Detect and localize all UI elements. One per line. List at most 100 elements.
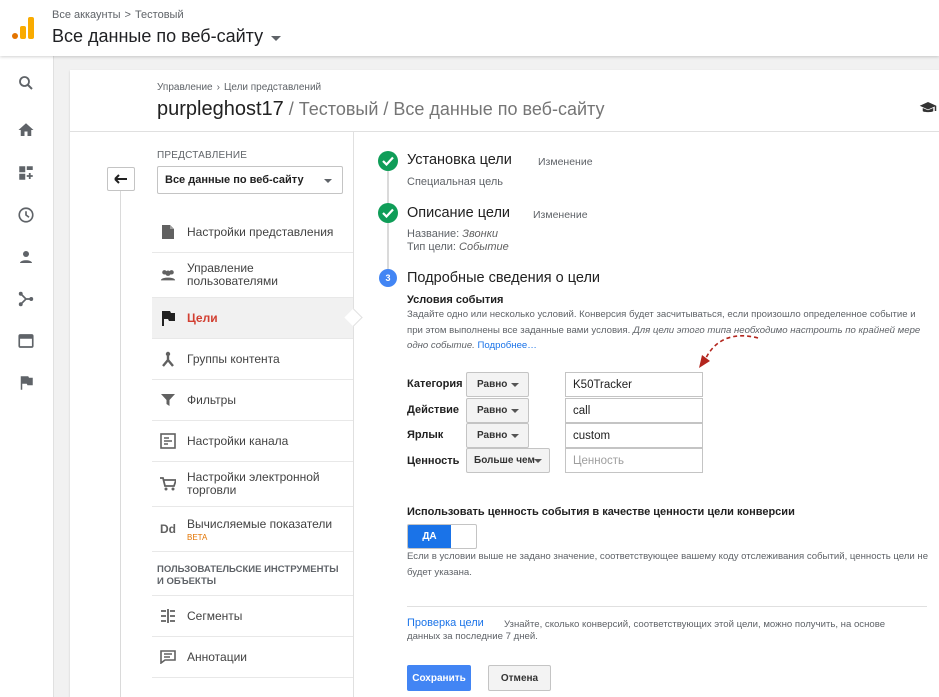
back-arrow-icon bbox=[114, 174, 127, 184]
account-view-title[interactable]: Все данные по веб-сайту bbox=[52, 26, 263, 47]
nav-item-calculated-metrics[interactable]: Dd Вычисляемые показатели BETA bbox=[152, 507, 353, 552]
content-groups-icon bbox=[160, 351, 176, 367]
use-event-value-toggle[interactable]: ДА bbox=[407, 524, 477, 549]
learn-more-link[interactable]: Подробнее… bbox=[478, 340, 537, 351]
breadcrumb-separator: > bbox=[124, 9, 131, 21]
action-value-input[interactable] bbox=[565, 398, 703, 423]
page-title-path: / Тестовый / Все данные по веб-сайту bbox=[283, 99, 605, 119]
nav-item-content-groups[interactable]: Группы контента bbox=[152, 339, 353, 380]
account-breadcrumb[interactable]: Все аккаунты > Тестовый bbox=[52, 9, 184, 21]
dd-icon: Dd bbox=[160, 522, 176, 536]
value-input[interactable] bbox=[565, 448, 703, 473]
acquisition-icon[interactable] bbox=[15, 288, 37, 310]
operator-value: Равно bbox=[477, 379, 508, 390]
step3-number-badge: 3 bbox=[379, 269, 397, 287]
event-conditions-description: Задайте одно или несколько условий. Конв… bbox=[407, 307, 932, 354]
document-icon bbox=[160, 224, 176, 240]
operator-value: Больше чем bbox=[474, 455, 535, 466]
label-operator-select[interactable]: Равно bbox=[466, 423, 529, 448]
nav-item-ecommerce-settings[interactable]: Настройки электронной торговли bbox=[152, 462, 353, 507]
breadcrumb-admin[interactable]: Управление bbox=[157, 82, 213, 93]
behavior-icon[interactable] bbox=[15, 330, 37, 352]
nav-item-filters[interactable]: Фильтры bbox=[152, 380, 353, 421]
audience-person-icon[interactable] bbox=[15, 246, 37, 268]
realtime-clock-icon[interactable] bbox=[15, 204, 37, 226]
breadcrumb-account[interactable]: Тестовый bbox=[135, 9, 184, 21]
step2-edit-link[interactable]: Изменение bbox=[533, 209, 588, 221]
channel-icon bbox=[160, 433, 176, 449]
category-operator-select[interactable]: Равно bbox=[466, 372, 529, 397]
verify-goal-description-line2: данных за последние 7 дней. bbox=[407, 631, 538, 642]
nav-item-user-management[interactable]: Управление пользователями bbox=[152, 253, 353, 298]
nav-item-segments[interactable]: Сегменты bbox=[152, 596, 353, 637]
analytics-logo-icon[interactable] bbox=[12, 17, 34, 39]
use-event-value-heading: Использовать ценность события в качестве… bbox=[407, 506, 795, 518]
step-connector bbox=[387, 171, 389, 204]
chevron-down-icon[interactable] bbox=[271, 35, 282, 41]
verify-goal-link[interactable]: Проверка цели bbox=[407, 617, 484, 629]
event-conditions-heading: Условия события bbox=[407, 294, 504, 306]
nav-item-label: Настройки представления bbox=[187, 225, 334, 239]
category-value-input[interactable] bbox=[565, 372, 703, 397]
nav-item-label-wrap: Вычисляемые показатели BETA bbox=[187, 517, 332, 542]
property-name: purpleghost17 bbox=[157, 98, 284, 120]
operator-value: Равно bbox=[477, 405, 508, 416]
page-title: purpleghost17 / Тестовый / Все данные по… bbox=[157, 98, 605, 121]
nav-item-goals[interactable]: Цели bbox=[152, 298, 353, 339]
step-complete-check-icon bbox=[378, 151, 398, 171]
users-icon bbox=[160, 267, 176, 283]
view-admin-nav: Настройки представления Управление польз… bbox=[152, 212, 353, 678]
nav-item-label: Управление пользователями bbox=[187, 261, 278, 288]
nav-item-label: Аннотации bbox=[187, 650, 247, 664]
nav-item-channel-settings[interactable]: Настройки канала bbox=[152, 421, 353, 462]
nav-item-annotations[interactable]: Аннотации bbox=[152, 637, 353, 678]
chevron-down-icon bbox=[511, 383, 519, 387]
save-button[interactable]: Сохранить bbox=[407, 665, 471, 691]
left-rail bbox=[0, 56, 54, 697]
chevron-down-icon bbox=[534, 459, 542, 463]
view-select[interactable]: Все данные по веб-сайту bbox=[157, 166, 343, 194]
operator-value: Равно bbox=[477, 430, 508, 441]
condition-label-action: Действие bbox=[407, 404, 459, 416]
condition-label-label: Ярлык bbox=[407, 429, 444, 441]
annotations-icon bbox=[160, 649, 176, 665]
admin-breadcrumb: Управление › Цели представлений bbox=[157, 82, 321, 93]
back-button[interactable] bbox=[107, 167, 135, 191]
breadcrumb-all-accounts[interactable]: Все аккаунты bbox=[52, 9, 121, 21]
step1-edit-link[interactable]: Изменение bbox=[538, 156, 593, 168]
customization-icon[interactable] bbox=[15, 162, 37, 184]
label-value-input[interactable] bbox=[565, 423, 703, 448]
value-operator-select[interactable]: Больше чем bbox=[466, 448, 550, 473]
step-connector bbox=[387, 223, 389, 269]
goal-name-label: Название: bbox=[407, 228, 460, 240]
conversions-flag-icon[interactable] bbox=[15, 372, 37, 394]
goal-type-value: Событие bbox=[459, 241, 509, 253]
annotation-arrow-icon bbox=[699, 335, 759, 368]
view-select-value: Все данные по веб-сайту bbox=[165, 174, 304, 186]
segments-icon bbox=[160, 608, 176, 624]
nav-item-label: Настройки электронной торговли bbox=[187, 470, 320, 497]
nav-item-label: Вычисляемые показатели bbox=[187, 516, 333, 531]
nav-divider bbox=[353, 132, 354, 697]
condition-label-value: Ценность bbox=[407, 455, 460, 467]
account-view-selector[interactable]: Все данные по веб-сайту bbox=[52, 26, 282, 47]
nav-item-label: Фильтры bbox=[187, 393, 236, 407]
graduation-cap-icon[interactable] bbox=[919, 101, 937, 115]
action-operator-select[interactable]: Равно bbox=[466, 398, 529, 423]
use-event-value-description: Если в условии выше не задано значение, … bbox=[407, 551, 929, 578]
breadcrumb-view-goals[interactable]: Цели представлений bbox=[224, 82, 321, 93]
filter-icon bbox=[160, 392, 176, 408]
nav-item-label: Сегменты bbox=[187, 609, 243, 623]
home-icon[interactable] bbox=[15, 119, 37, 141]
goal-name-value: Звонки bbox=[462, 228, 499, 240]
chevron-down-icon bbox=[511, 409, 519, 413]
step2-title: Описание цели bbox=[407, 205, 511, 221]
cancel-button[interactable]: Отмена bbox=[488, 665, 551, 691]
nav-rail-line bbox=[120, 190, 121, 697]
search-icon[interactable] bbox=[15, 72, 37, 94]
step2-goal-name: Название: Звонки bbox=[407, 228, 498, 240]
flag-icon bbox=[160, 310, 176, 326]
toggle-on-label: ДА bbox=[408, 525, 451, 548]
goal-type-label: Тип цели: bbox=[407, 241, 456, 253]
nav-item-view-settings[interactable]: Настройки представления bbox=[152, 212, 353, 253]
